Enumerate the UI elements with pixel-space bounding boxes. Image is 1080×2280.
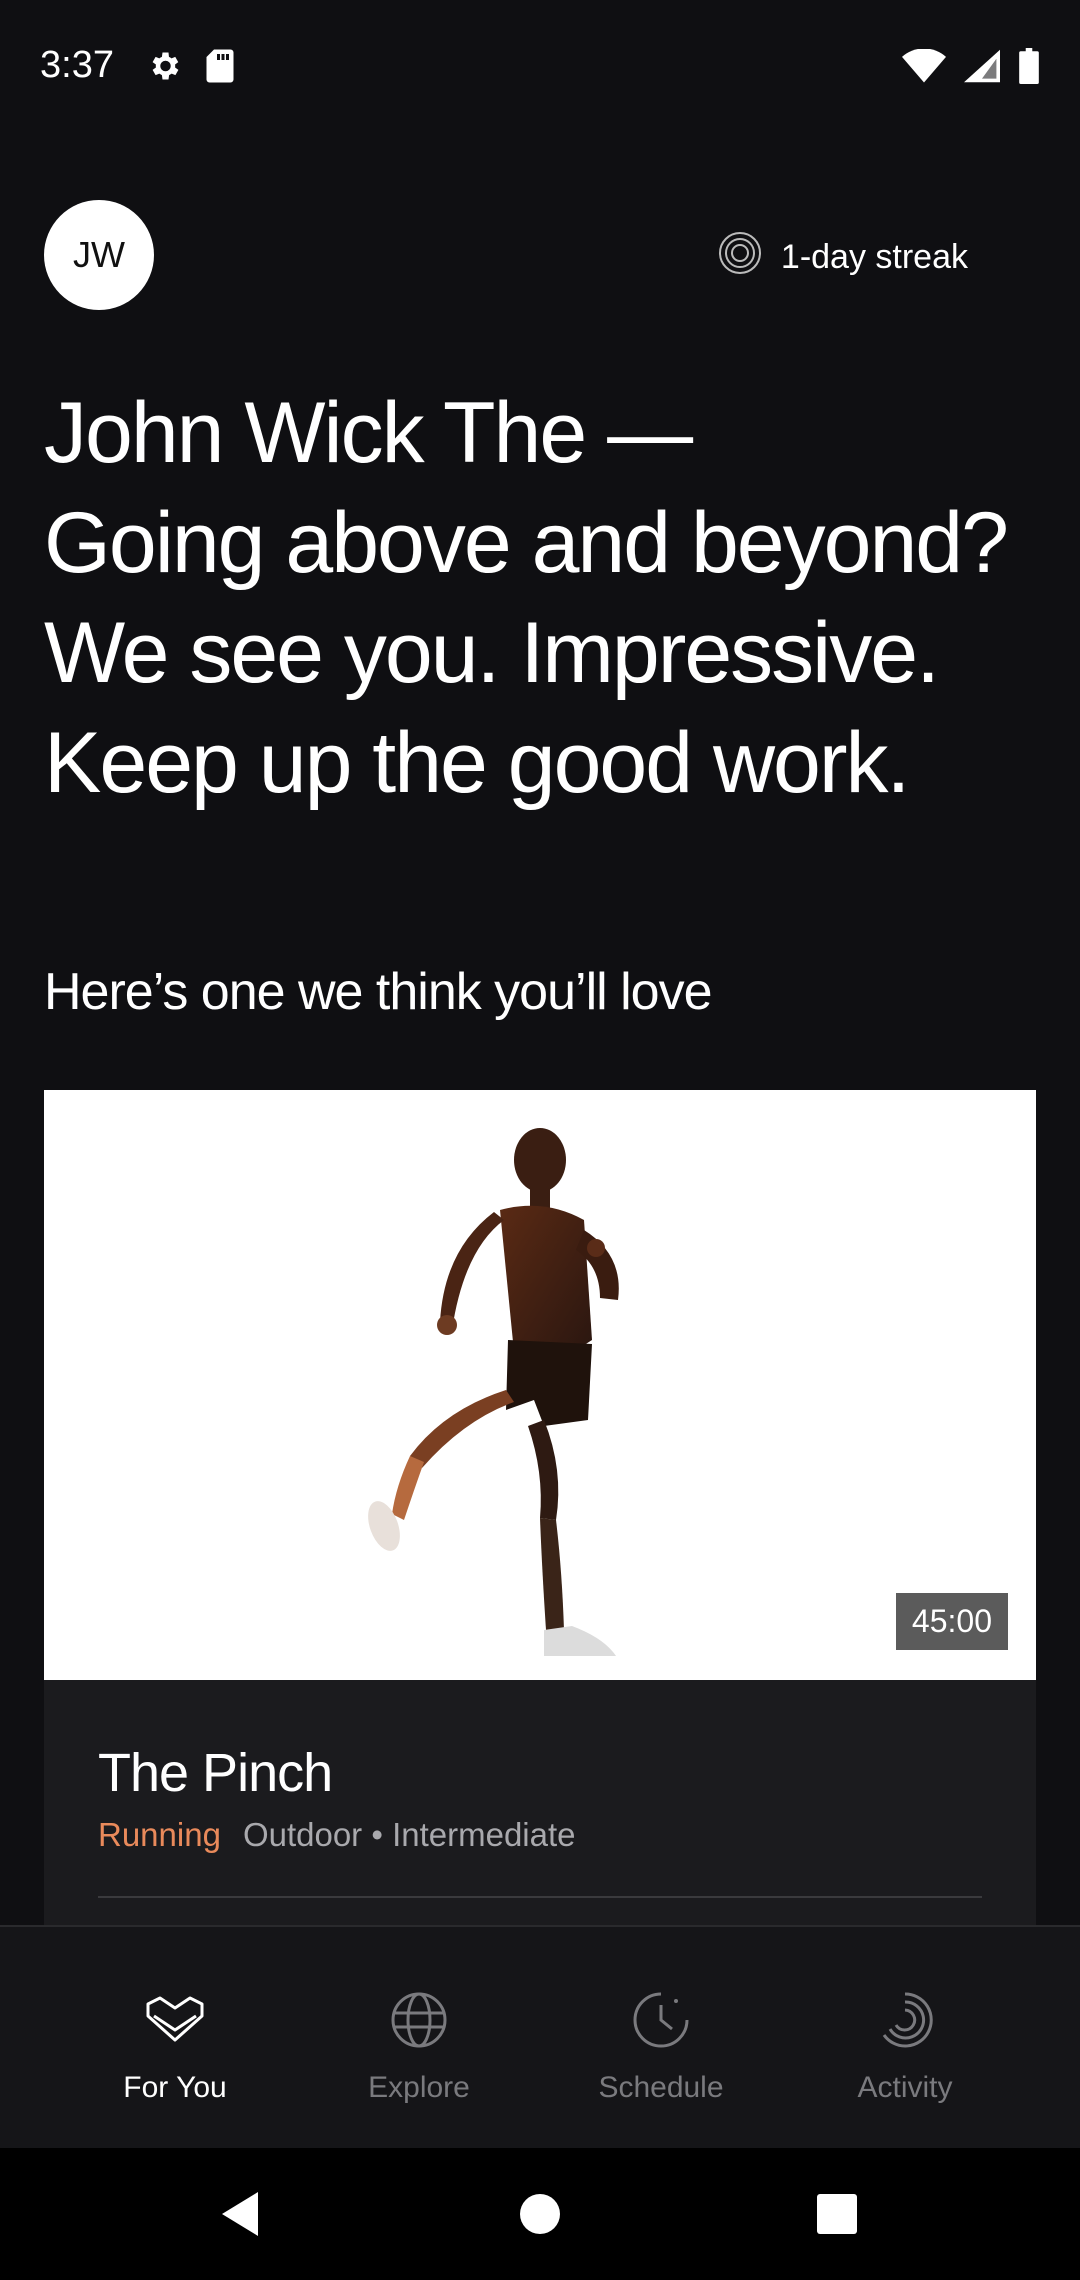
tab-for-you[interactable]: For You: [40, 1927, 310, 2150]
system-nav-bar: [0, 2148, 1080, 2280]
duration-badge: 45:00: [895, 1593, 1008, 1650]
heart-chevron-icon: [144, 1985, 206, 2055]
home-icon[interactable]: [500, 2178, 580, 2250]
tab-label: For You: [123, 2071, 227, 2104]
bottom-tab-bar: For You Explore Schedule Activity: [0, 1925, 1080, 2150]
section-title: Here’s one we think you’ll love: [44, 963, 713, 1021]
tab-explore[interactable]: Explore: [284, 1927, 554, 2150]
workout-category: Running: [98, 1816, 221, 1853]
gear-icon: [146, 48, 182, 89]
streak-rings-icon: [717, 230, 763, 285]
avatar[interactable]: JW: [44, 200, 154, 310]
divider: [98, 1896, 982, 1898]
tab-label: Schedule: [598, 2071, 724, 2104]
status-time: 3:37: [40, 44, 114, 86]
activity-rings-icon: [876, 1985, 934, 2055]
greeting-message: John Wick The — Going above and beyond? …: [44, 378, 1044, 818]
cell-signal-icon: [964, 49, 1000, 88]
greeting-line: John Wick The —: [44, 385, 693, 481]
tab-schedule[interactable]: Schedule: [526, 1927, 796, 2150]
tab-label: Activity: [857, 2071, 953, 2104]
runner-illustration: [368, 1128, 619, 1656]
greeting-line: We see you. Impressive.: [44, 605, 940, 701]
recents-icon[interactable]: [797, 2178, 877, 2250]
clock-icon: [632, 1985, 690, 2055]
home-header: JW 1-day streak: [0, 200, 1080, 312]
back-icon[interactable]: [200, 2178, 280, 2250]
tab-label: Explore: [368, 2071, 470, 2104]
workout-image: 45:00: [44, 1090, 1036, 1680]
greeting-line: Going above and beyond?: [44, 495, 1009, 591]
streak-label: 1-day streak: [780, 238, 968, 276]
wifi-icon: [902, 48, 946, 88]
globe-icon: [390, 1985, 448, 2055]
workout-meta: Running Outdoor • Intermediate: [98, 1816, 576, 1854]
sd-card-icon: [204, 48, 236, 89]
battery-icon: [1018, 48, 1040, 89]
status-bar: 3:37: [0, 0, 1080, 135]
tab-activity[interactable]: Activity: [770, 1927, 1040, 2150]
workout-title: The Pinch: [98, 1743, 333, 1803]
workout-details: Outdoor • Intermediate: [242, 1816, 576, 1853]
workout-card[interactable]: 45:00 The Pinch Running Outdoor • Interm…: [44, 1090, 1036, 1926]
greeting-line: Keep up the good work.: [44, 715, 910, 811]
streak-indicator[interactable]: 1-day streak: [717, 230, 968, 285]
